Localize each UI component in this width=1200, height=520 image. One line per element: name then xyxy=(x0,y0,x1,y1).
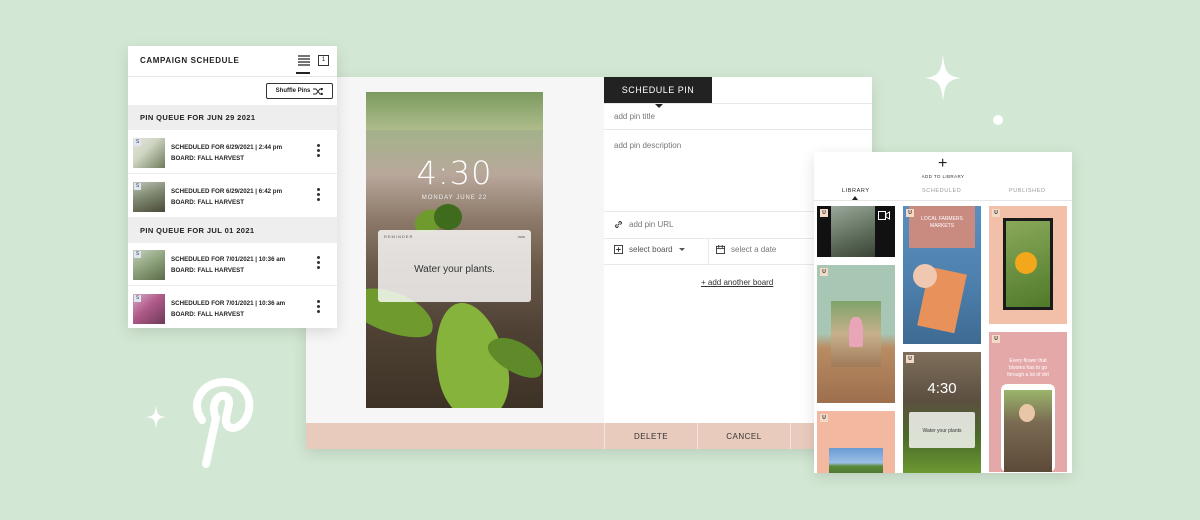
reminder-notification: REMINDER now Water your plants. xyxy=(378,230,531,302)
reminder-time: now xyxy=(517,234,525,239)
cancel-button[interactable]: CANCEL xyxy=(697,423,790,449)
list-view-icon[interactable] xyxy=(298,55,310,66)
tab-published[interactable]: PUBLISHED xyxy=(1009,188,1046,194)
shuffle-pins-button[interactable]: Shuffle Pins xyxy=(266,83,333,99)
more-options-icon[interactable] xyxy=(317,188,321,203)
divider xyxy=(708,238,709,264)
tile-quote: Every flower that blooms has to go throu… xyxy=(1007,358,1049,378)
divider xyxy=(604,129,872,130)
preview-date: MONDAY JUNE 22 xyxy=(421,195,488,201)
divider xyxy=(604,103,872,104)
library-panel: + ADD TO LIBRARY LIBRARY SCHEDULED PUBLI… xyxy=(814,152,1072,473)
tab-schedule-pin[interactable]: SCHEDULE PIN xyxy=(604,77,712,108)
pin-thumbnail: S xyxy=(133,182,165,212)
pin-url-input[interactable]: add pin URL xyxy=(614,220,673,229)
shuffle-pins-label: Shuffle Pins xyxy=(275,88,311,94)
video-icon xyxy=(878,211,890,220)
board-select[interactable]: select board xyxy=(614,245,685,254)
pin-thumbnail: S xyxy=(133,250,165,280)
preview-time: 4:30 xyxy=(416,154,493,192)
pin-board: BOARD: FALL HARVEST xyxy=(171,311,244,318)
pin-url-placeholder: add pin URL xyxy=(629,220,674,229)
tile-badge: U xyxy=(820,209,828,217)
library-tile[interactable]: Every flower that blooms has to go throu… xyxy=(989,332,1067,472)
pin-board: BOARD: FALL HARVEST xyxy=(171,267,244,274)
active-view-indicator xyxy=(296,72,310,74)
scheduled-pin-row[interactable]: S SCHEDULED FOR 7/01/2021 | 10:36 am BOA… xyxy=(128,242,337,286)
library-tile[interactable]: LOCAL FARMERS MARKETS U xyxy=(903,206,981,344)
preview-sky xyxy=(366,92,543,130)
library-tile[interactable]: U xyxy=(817,206,895,257)
decor-dot xyxy=(993,115,1003,125)
divider xyxy=(128,76,337,77)
scheduled-pin-row[interactable]: S SCHEDULED FOR 7/01/2021 | 10:36 am BOA… xyxy=(128,286,337,328)
tile-badge: U xyxy=(820,268,828,276)
tile-badge: U xyxy=(820,414,828,422)
pin-schedule-time: SCHEDULED FOR 6/29/2021 | 2:44 pm xyxy=(171,144,283,151)
delete-button[interactable]: DELETE xyxy=(604,423,697,449)
add-to-library-icon[interactable]: + xyxy=(938,155,947,173)
pin-status-tag: S xyxy=(134,251,141,258)
pin-preview-image[interactable]: 4:30 MONDAY JUNE 22 REMINDER now Water y… xyxy=(366,92,543,408)
library-tile[interactable]: 4:30 Water your plants U xyxy=(903,352,981,473)
add-to-library-label[interactable]: ADD TO LIBRARY xyxy=(814,174,1072,179)
reminder-label: REMINDER xyxy=(384,234,414,239)
pin-schedule-time: SCHEDULED FOR 7/01/2021 | 10:36 am xyxy=(171,300,286,307)
more-options-icon[interactable] xyxy=(317,256,321,271)
tile-badge: U xyxy=(992,209,1000,217)
preview-leaf xyxy=(434,204,462,230)
chevron-down-icon xyxy=(678,247,685,251)
plus-square-icon xyxy=(614,245,623,254)
pin-description-input[interactable]: add pin description xyxy=(614,141,681,150)
library-tile[interactable]: U xyxy=(817,411,895,473)
link-icon xyxy=(615,221,622,228)
pin-thumbnail: S xyxy=(133,138,165,168)
pinterest-logo-icon xyxy=(193,377,254,468)
sparkle-icon xyxy=(925,55,961,101)
scheduled-pin-row[interactable]: S SCHEDULED FOR 6/29/2021 | 2:44 pm BOAR… xyxy=(128,130,337,174)
more-options-icon[interactable] xyxy=(317,144,321,159)
tile-badge: U xyxy=(906,355,914,363)
pin-status-tag: S xyxy=(134,295,141,302)
schedule-title: CAMPAIGN SCHEDULE xyxy=(140,56,240,65)
more-options-icon[interactable] xyxy=(317,300,321,315)
scheduled-pin-row[interactable]: S SCHEDULED FOR 6/29/2021 | 6:42 pm BOAR… xyxy=(128,174,337,218)
tile-reminder: Water your plants xyxy=(922,428,962,434)
tile-caption: LOCAL FARMERS MARKETS xyxy=(921,216,963,229)
tile-badge: U xyxy=(992,335,1000,343)
tile-time: 4:30 xyxy=(927,380,957,397)
queue-heading: PIN QUEUE FOR JUN 29 2021 xyxy=(128,105,337,130)
pin-schedule-info: SCHEDULED FOR 7/01/2021 | 10:36 am BOARD… xyxy=(171,298,285,320)
calendar-icon xyxy=(716,245,725,254)
pin-board: BOARD: FALL HARVEST xyxy=(171,155,244,162)
reminder-text: Water your plants. xyxy=(414,264,495,275)
pin-status-tag: S xyxy=(134,139,141,146)
pin-schedule-info: SCHEDULED FOR 6/29/2021 | 6:42 pm BOARD:… xyxy=(171,186,282,208)
board-select-label: select board xyxy=(629,245,673,254)
calendar-view-icon[interactable]: 1 xyxy=(318,55,329,66)
pin-schedule-info: SCHEDULED FOR 6/29/2021 | 2:44 pm BOARD:… xyxy=(171,142,282,164)
date-picker[interactable]: select a date xyxy=(716,245,776,254)
shuffle-icon xyxy=(313,87,324,95)
pin-preview-area: 4:30 MONDAY JUNE 22 REMINDER now Water y… xyxy=(306,77,604,423)
pin-board: BOARD: FALL HARVEST xyxy=(171,199,244,206)
pin-schedule-time: SCHEDULED FOR 7/01/2021 | 10:36 am xyxy=(171,256,286,263)
pin-schedule-time: SCHEDULED FOR 6/29/2021 | 6:42 pm xyxy=(171,188,283,195)
campaign-schedule-card: CAMPAIGN SCHEDULE 1 Shuffle Pins PIN QUE… xyxy=(128,46,337,328)
pin-editor-card: 4:30 MONDAY JUNE 22 REMINDER now Water y… xyxy=(306,77,872,449)
tab-scheduled[interactable]: SCHEDULED xyxy=(922,188,961,194)
pin-schedule-info: SCHEDULED FOR 7/01/2021 | 10:36 am BOARD… xyxy=(171,254,285,276)
divider xyxy=(814,200,1072,201)
pin-status-tag: S xyxy=(134,183,141,190)
sparkle-icon xyxy=(146,405,166,429)
tab-library[interactable]: LIBRARY xyxy=(842,188,870,194)
add-another-board-link[interactable]: + add another board xyxy=(701,278,773,287)
library-tile[interactable]: U xyxy=(817,265,895,403)
pin-thumbnail: S xyxy=(133,294,165,324)
queue-heading: PIN QUEUE FOR JUL 01 2021 xyxy=(128,218,337,243)
tile-badge: U xyxy=(906,209,914,217)
pin-title-input[interactable]: add pin title xyxy=(614,112,655,121)
date-placeholder: select a date xyxy=(731,245,777,254)
library-tile[interactable]: U xyxy=(989,206,1067,324)
